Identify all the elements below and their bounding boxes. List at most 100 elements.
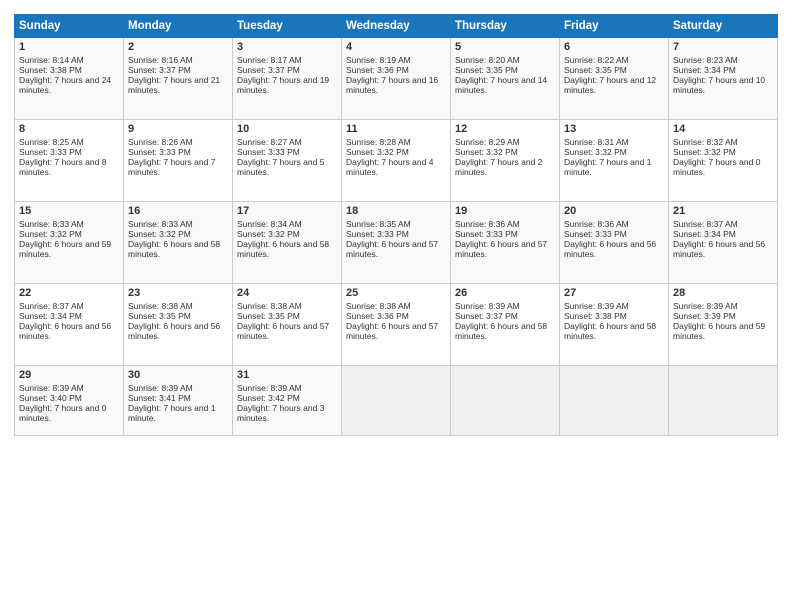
calendar-cell: 20Sunrise: 8:36 AMSunset: 3:33 PMDayligh… <box>560 202 669 284</box>
daylight-text: Daylight: 6 hours and 56 minutes. <box>673 239 773 259</box>
calendar-cell: 28Sunrise: 8:39 AMSunset: 3:39 PMDayligh… <box>669 284 778 366</box>
sunset-text: Sunset: 3:33 PM <box>564 229 664 239</box>
sunset-text: Sunset: 3:33 PM <box>19 147 119 157</box>
day-number: 1 <box>19 41 119 53</box>
sunrise-text: Sunrise: 8:14 AM <box>19 55 119 65</box>
sunset-text: Sunset: 3:40 PM <box>19 393 119 403</box>
sunrise-text: Sunrise: 8:39 AM <box>564 301 664 311</box>
day-number: 31 <box>237 369 337 381</box>
sunrise-text: Sunrise: 8:17 AM <box>237 55 337 65</box>
sunset-text: Sunset: 3:32 PM <box>673 147 773 157</box>
daylight-text: Daylight: 6 hours and 58 minutes. <box>128 239 228 259</box>
sunrise-text: Sunrise: 8:39 AM <box>19 383 119 393</box>
sunrise-text: Sunrise: 8:38 AM <box>128 301 228 311</box>
day-number: 21 <box>673 205 773 217</box>
sunset-text: Sunset: 3:37 PM <box>128 65 228 75</box>
day-number: 12 <box>455 123 555 135</box>
sunset-text: Sunset: 3:32 PM <box>237 229 337 239</box>
sunrise-text: Sunrise: 8:34 AM <box>237 219 337 229</box>
sunrise-text: Sunrise: 8:26 AM <box>128 137 228 147</box>
sunset-text: Sunset: 3:37 PM <box>455 311 555 321</box>
calendar-cell: 23Sunrise: 8:38 AMSunset: 3:35 PMDayligh… <box>124 284 233 366</box>
sunset-text: Sunset: 3:35 PM <box>455 65 555 75</box>
sunrise-text: Sunrise: 8:31 AM <box>564 137 664 147</box>
calendar-cell: 18Sunrise: 8:35 AMSunset: 3:33 PMDayligh… <box>342 202 451 284</box>
day-header-wednesday: Wednesday <box>342 15 451 38</box>
day-number: 15 <box>19 205 119 217</box>
calendar-cell: 10Sunrise: 8:27 AMSunset: 3:33 PMDayligh… <box>233 120 342 202</box>
day-number: 13 <box>564 123 664 135</box>
sunrise-text: Sunrise: 8:20 AM <box>455 55 555 65</box>
calendar-cell: 8 Sunrise: 8:25 AMSunset: 3:33 PMDaylight… <box>15 120 124 202</box>
daylight-text: Daylight: 6 hours and 58 minutes. <box>564 321 664 341</box>
sunrise-text: Sunrise: 8:33 AM <box>128 219 228 229</box>
sunrise-text: Sunrise: 8:19 AM <box>346 55 446 65</box>
day-header-sunday: Sunday <box>15 15 124 38</box>
day-number: 9 <box>128 123 228 135</box>
sunset-text: Sunset: 3:34 PM <box>673 65 773 75</box>
sunset-text: Sunset: 3:38 PM <box>564 311 664 321</box>
sunrise-text: Sunrise: 8:38 AM <box>237 301 337 311</box>
calendar-table: SundayMondayTuesdayWednesdayThursdayFrid… <box>14 14 778 436</box>
sunrise-text: Sunrise: 8:35 AM <box>346 219 446 229</box>
day-header-saturday: Saturday <box>669 15 778 38</box>
day-number: 24 <box>237 287 337 299</box>
calendar-cell: 31Sunrise: 8:39 AMSunset: 3:42 PMDayligh… <box>233 366 342 436</box>
day-number: 14 <box>673 123 773 135</box>
calendar-cell: 21Sunrise: 8:37 AMSunset: 3:34 PMDayligh… <box>669 202 778 284</box>
sunset-text: Sunset: 3:32 PM <box>455 147 555 157</box>
day-number: 29 <box>19 369 119 381</box>
daylight-text: Daylight: 6 hours and 56 minutes. <box>564 239 664 259</box>
calendar-cell: 7Sunrise: 8:23 AMSunset: 3:34 PMDaylight… <box>669 38 778 120</box>
sunrise-text: Sunrise: 8:28 AM <box>346 137 446 147</box>
day-number: 5 <box>455 41 555 53</box>
sunrise-text: Sunrise: 8:22 AM <box>564 55 664 65</box>
day-number: 4 <box>346 41 446 53</box>
daylight-text: Daylight: 6 hours and 57 minutes. <box>237 321 337 341</box>
calendar-cell: 1 Sunrise: 8:14 AMSunset: 3:38 PMDaylight… <box>15 38 124 120</box>
calendar-cell: 27 Sunrise: 8:39 AMSunset: 3:38 PMDayligh… <box>560 284 669 366</box>
daylight-text: Daylight: 7 hours and 2 minutes. <box>455 157 555 177</box>
day-number: 3 <box>237 41 337 53</box>
day-number: 23 <box>128 287 228 299</box>
daylight-text: Daylight: 7 hours and 7 minutes. <box>128 157 228 177</box>
calendar-cell: 14Sunrise: 8:32 AMSunset: 3:32 PMDayligh… <box>669 120 778 202</box>
day-number: 25 <box>346 287 446 299</box>
sunrise-text: Sunrise: 8:36 AM <box>455 219 555 229</box>
day-number: 8 <box>19 123 119 135</box>
sunset-text: Sunset: 3:33 PM <box>455 229 555 239</box>
daylight-text: Daylight: 6 hours and 58 minutes. <box>237 239 337 259</box>
sunrise-text: Sunrise: 8:25 AM <box>19 137 119 147</box>
daylight-text: Daylight: 7 hours and 1 minute. <box>564 157 664 177</box>
sunset-text: Sunset: 3:35 PM <box>237 311 337 321</box>
calendar-cell: 4Sunrise: 8:19 AMSunset: 3:36 PMDaylight… <box>342 38 451 120</box>
sunset-text: Sunset: 3:37 PM <box>237 65 337 75</box>
daylight-text: Daylight: 7 hours and 21 minutes. <box>128 75 228 95</box>
daylight-text: Daylight: 6 hours and 57 minutes. <box>346 321 446 341</box>
day-number: 30 <box>128 369 228 381</box>
sunrise-text: Sunrise: 8:33 AM <box>19 219 119 229</box>
sunrise-text: Sunrise: 8:39 AM <box>455 301 555 311</box>
calendar-cell: 30Sunrise: 8:39 AMSunset: 3:41 PMDayligh… <box>124 366 233 436</box>
sunrise-text: Sunrise: 8:23 AM <box>673 55 773 65</box>
calendar-cell: 15Sunrise: 8:33 AMSunset: 3:32 PMDayligh… <box>15 202 124 284</box>
daylight-text: Daylight: 7 hours and 8 minutes. <box>19 157 119 177</box>
calendar-cell: 24 Sunrise: 8:38 AMSunset: 3:35 PMDayligh… <box>233 284 342 366</box>
day-number: 19 <box>455 205 555 217</box>
sunrise-text: Sunrise: 8:38 AM <box>346 301 446 311</box>
daylight-text: Daylight: 7 hours and 10 minutes. <box>673 75 773 95</box>
calendar-cell: 5 Sunrise: 8:20 AMSunset: 3:35 PMDaylight… <box>451 38 560 120</box>
main-container: General Blue SundayMondayTuesdayWednesda… <box>0 0 792 442</box>
day-number: 27 <box>564 287 664 299</box>
sunrise-text: Sunrise: 8:37 AM <box>673 219 773 229</box>
sunset-text: Sunset: 3:36 PM <box>346 311 446 321</box>
calendar-cell: 29Sunrise: 8:39 AMSunset: 3:40 PMDayligh… <box>15 366 124 436</box>
sunrise-text: Sunrise: 8:39 AM <box>128 383 228 393</box>
daylight-text: Daylight: 6 hours and 56 minutes. <box>19 321 119 341</box>
day-header-monday: Monday <box>124 15 233 38</box>
day-number: 28 <box>673 287 773 299</box>
daylight-text: Daylight: 7 hours and 14 minutes. <box>455 75 555 95</box>
daylight-text: Daylight: 7 hours and 24 minutes. <box>19 75 119 95</box>
calendar-cell: 11Sunrise: 8:28 AMSunset: 3:32 PMDayligh… <box>342 120 451 202</box>
sunset-text: Sunset: 3:38 PM <box>19 65 119 75</box>
